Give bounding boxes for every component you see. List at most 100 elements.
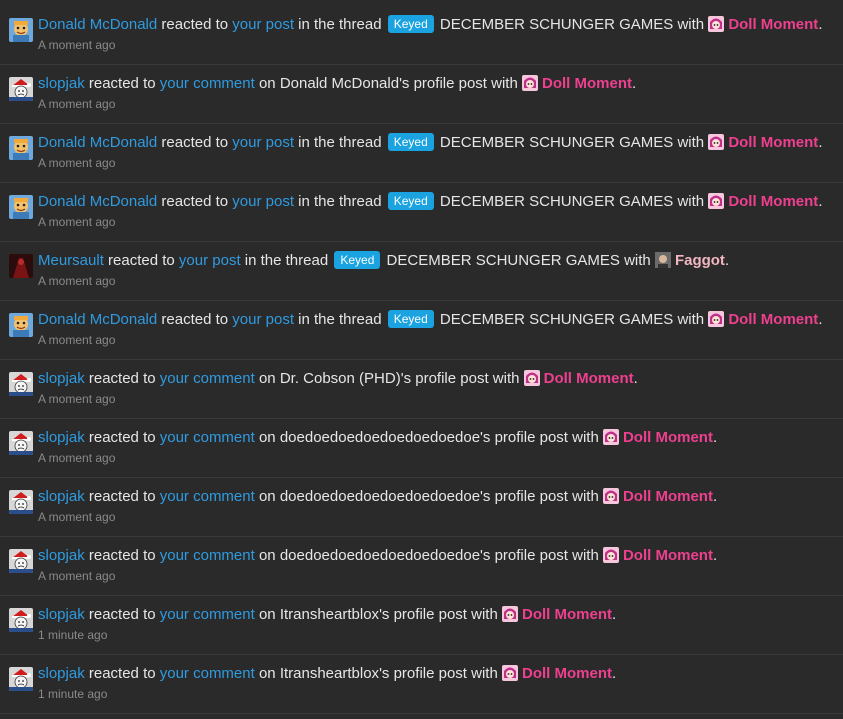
notification-item[interactable]: slopjak reacted to your comment on Itran… [0, 655, 843, 714]
reaction-name: Doll Moment [728, 311, 819, 328]
username-link[interactable]: slopjak [38, 429, 85, 446]
notification-text: Donald McDonald reacted to your post in … [38, 310, 822, 330]
notification-item[interactable]: slopjak reacted to your comment on Donal… [0, 65, 843, 124]
notification-item[interactable]: slopjak reacted to your comment on doedo… [0, 419, 843, 478]
doll-moment-icon [708, 311, 725, 327]
thread-prefix-badge: Keyed [387, 192, 434, 210]
your-comment-link[interactable]: your comment [160, 429, 255, 446]
static-text: reacted to [84, 75, 160, 92]
your-comment-link[interactable]: your comment [160, 606, 255, 623]
notification-text: Donald McDonald reacted to your post in … [38, 133, 822, 153]
user-avatar[interactable] [9, 372, 33, 396]
user-avatar[interactable] [9, 313, 33, 337]
timestamp: A moment ago [38, 215, 116, 229]
doll-moment-icon [523, 370, 540, 386]
notification-item[interactable]: slopjak reacted to your comment on doedo… [0, 478, 843, 537]
static-text: in the thread [293, 193, 386, 210]
thread-title[interactable]: DECEMBER SCHUNGER GAMES [440, 16, 673, 33]
static-text: 's profile post with [399, 75, 522, 92]
notification-text: slopjak reacted to your comment on Itran… [38, 605, 616, 625]
notification-item[interactable]: Donald McDonald reacted to your post in … [0, 0, 843, 65]
username-link[interactable]: slopjak [38, 488, 85, 505]
profile-owner-name: doedoedoedoedoedoedoedoe [279, 488, 481, 505]
your-comment-link[interactable]: your comment [160, 488, 255, 505]
reaction-name: Doll Moment [728, 134, 819, 151]
reaction-name: Doll Moment [622, 429, 713, 446]
thread-prefix-badge: Keyed [387, 15, 434, 33]
static-text: reacted to [157, 311, 233, 328]
user-avatar[interactable] [9, 77, 33, 101]
period: . [631, 75, 637, 92]
user-avatar[interactable] [9, 195, 33, 219]
user-avatar[interactable] [9, 667, 33, 691]
period: . [818, 16, 823, 33]
username-link[interactable]: slopjak [38, 75, 85, 92]
timestamp: 1 minute ago [38, 628, 108, 642]
thread-prefix-badge: Keyed [387, 310, 434, 328]
timestamp: 1 minute ago [38, 687, 108, 701]
username-link[interactable]: Donald McDonald [38, 16, 157, 33]
username-link[interactable]: Donald McDonald [38, 193, 157, 210]
notification-text: slopjak reacted to your comment on doedo… [38, 487, 717, 507]
static-text: reacted to [84, 665, 160, 682]
profile-owner-name: doedoedoedoedoedoedoedoe [279, 547, 481, 564]
notification-item[interactable]: Meursault reacted to your post in the th… [0, 242, 843, 301]
thread-title[interactable]: DECEMBER SCHUNGER GAMES [387, 252, 620, 269]
your-comment-link[interactable]: your comment [160, 547, 255, 564]
static-text: on [254, 429, 280, 446]
period: . [818, 134, 823, 151]
your-comment-link[interactable]: your comment [160, 665, 255, 682]
notification-text: slopjak reacted to your comment on Itran… [38, 664, 616, 684]
reaction-name: Doll Moment [728, 16, 819, 33]
notification-item[interactable]: slopjak reacted to your comment on Itran… [0, 596, 843, 655]
static-text: on [254, 665, 280, 682]
your-post-link[interactable]: your post [232, 134, 294, 151]
thread-title[interactable]: DECEMBER SCHUNGER GAMES [440, 193, 673, 210]
username-link[interactable]: slopjak [38, 665, 85, 682]
period: . [712, 429, 718, 446]
static-text: reacted to [157, 16, 233, 33]
notification-item[interactable]: Donald McDonald reacted to your post in … [0, 183, 843, 242]
reaction-name: Doll Moment [622, 547, 713, 564]
user-avatar[interactable] [9, 549, 33, 573]
doll-moment-icon [501, 665, 518, 681]
static-text: in the thread [293, 134, 386, 151]
user-avatar[interactable] [9, 254, 33, 278]
thread-prefix-badge: Keyed [334, 251, 381, 269]
doll-moment-icon [708, 193, 725, 209]
username-link[interactable]: Donald McDonald [38, 311, 157, 328]
notification-item[interactable]: slopjak reacted to your comment on doedo… [0, 537, 843, 596]
user-avatar[interactable] [9, 18, 33, 42]
username-link[interactable]: slopjak [38, 547, 85, 564]
static-text: with [673, 311, 709, 328]
thread-title[interactable]: DECEMBER SCHUNGER GAMES [440, 134, 673, 151]
username-link[interactable]: Meursault [38, 252, 104, 269]
username-link[interactable]: slopjak [38, 606, 85, 623]
notification-item[interactable]: slopjak reacted to your comment on Dr. C… [0, 360, 843, 419]
profile-owner-name: Itransheartblox [279, 665, 380, 682]
doll-moment-icon [602, 488, 619, 504]
thread-title[interactable]: DECEMBER SCHUNGER GAMES [440, 311, 673, 328]
notification-text: slopjak reacted to your comment on Donal… [38, 74, 636, 94]
your-comment-link[interactable]: your comment [160, 370, 255, 387]
timestamp: A moment ago [38, 333, 116, 347]
your-post-link[interactable]: your post [232, 193, 294, 210]
period: . [611, 665, 617, 682]
your-post-link[interactable]: your post [179, 252, 241, 269]
timestamp: A moment ago [38, 97, 116, 111]
your-post-link[interactable]: your post [232, 311, 294, 328]
username-link[interactable]: slopjak [38, 370, 85, 387]
doll-moment-icon [708, 134, 725, 150]
notification-item[interactable]: Donald McDonald reacted to your post in … [0, 301, 843, 360]
period: . [818, 193, 823, 210]
timestamp: A moment ago [38, 156, 116, 170]
your-comment-link[interactable]: your comment [160, 75, 255, 92]
user-avatar[interactable] [9, 431, 33, 455]
user-avatar[interactable] [9, 490, 33, 514]
your-post-link[interactable]: your post [232, 16, 294, 33]
user-avatar[interactable] [9, 608, 33, 632]
user-avatar[interactable] [9, 136, 33, 160]
username-link[interactable]: Donald McDonald [38, 134, 157, 151]
notification-text: Donald McDonald reacted to your post in … [38, 192, 822, 212]
notification-item[interactable]: Donald McDonald reacted to your post in … [0, 124, 843, 183]
